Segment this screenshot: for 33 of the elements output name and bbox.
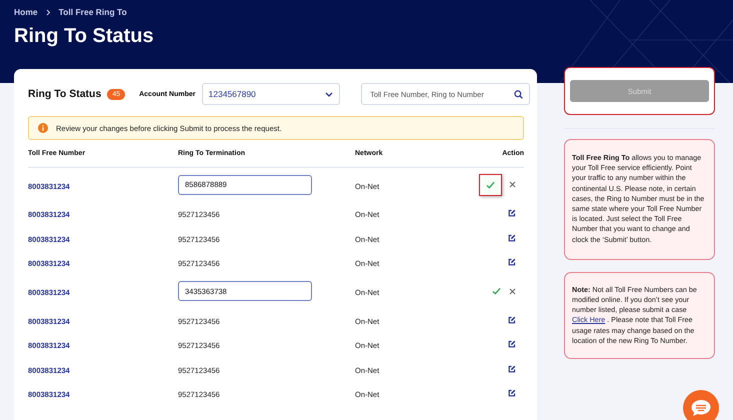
account-select[interactable]: 1234567890 [202,83,340,105]
breadcrumb-link[interactable]: Home [14,7,38,17]
edit-icon [508,316,516,324]
edit-icon [508,364,516,373]
edit-button[interactable] [507,364,517,374]
edit-icon [508,258,516,266]
chevron-icon [325,92,334,96]
chat-button[interactable] [683,390,719,420]
cancel-button[interactable] [508,180,517,189]
edit-button[interactable] [507,257,517,268]
edit-icon [508,340,516,348]
edit-icon [508,234,516,242]
chat-icon [690,399,712,417]
check-icon [486,180,495,188]
confirm-button[interactable] [491,286,502,296]
panel-title: Ring To Status [28,88,102,100]
check-icon [492,287,501,295]
close-icon [509,181,516,188]
edit-button[interactable] [507,388,517,398]
confirm-button[interactable] [479,174,502,196]
edit-button[interactable] [507,208,517,218]
close-icon [509,288,516,294]
edit-button[interactable] [507,339,517,350]
edit-button[interactable] [507,232,517,243]
chevron-icon [46,8,51,16]
edit-icon [508,389,516,398]
info-icon [38,123,48,133]
edit-icon [508,209,516,218]
page-title: Ring To Status [14,25,155,49]
cancel-button[interactable] [508,286,517,296]
search-icon [514,90,523,98]
breadcrumb-link[interactable]: Toll Free Ring To [58,7,127,17]
edit-button[interactable] [507,314,517,325]
